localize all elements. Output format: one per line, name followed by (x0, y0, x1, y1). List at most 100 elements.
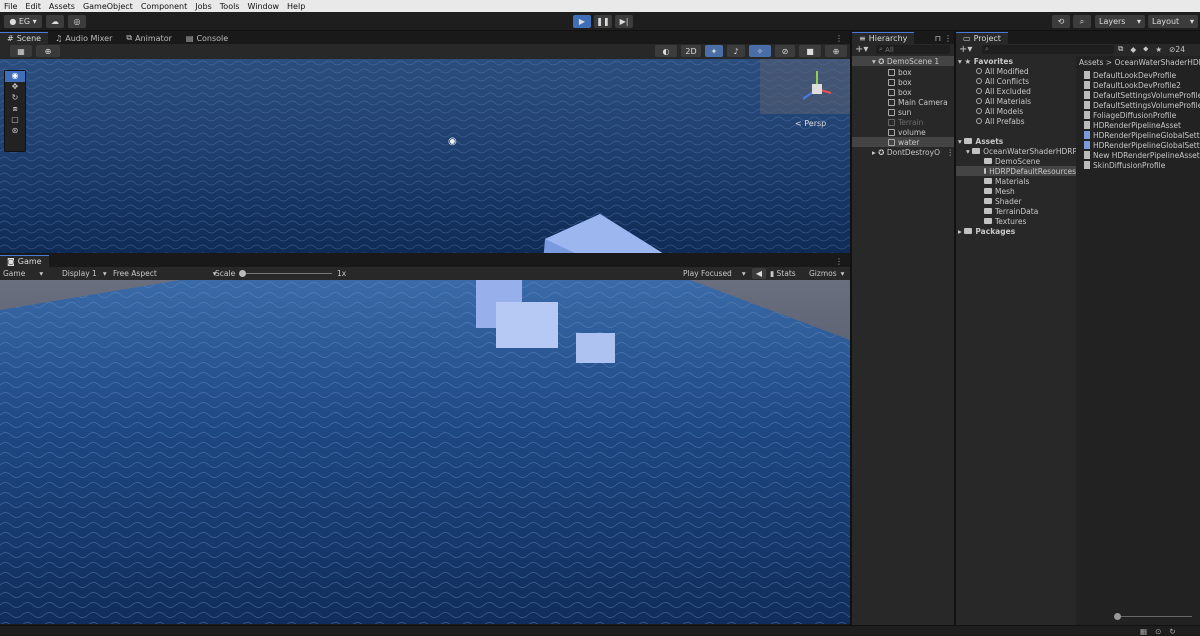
scale-slider[interactable] (240, 273, 332, 274)
project-search-input[interactable]: ⌕ (982, 45, 1114, 54)
menu-assets[interactable]: Assets (45, 2, 79, 11)
hierarchy-item[interactable]: water (852, 137, 954, 147)
tab-project[interactable]: ▭ Project (956, 32, 1008, 44)
2d-toggle[interactable]: 2D (681, 45, 701, 57)
global-local-button[interactable]: ⊕ (36, 45, 60, 57)
tab-scene[interactable]: # Scene (0, 32, 49, 44)
auto-refresh-icon[interactable]: ▦ (1140, 627, 1147, 636)
scale-slider-handle[interactable] (239, 270, 246, 277)
assets-header[interactable]: ▾ Assets (958, 136, 1003, 146)
menu-window[interactable]: Window (243, 2, 283, 11)
file-item[interactable]: DefaultLookDevProfile (1084, 70, 1176, 80)
mute-audio-button[interactable]: ◀ (752, 268, 766, 279)
favorite-item[interactable]: All Prefabs (976, 116, 1025, 126)
menu-edit[interactable]: Edit (21, 2, 45, 11)
project-add-button[interactable]: +▾ (959, 44, 972, 55)
hierarchy-item[interactable]: box (888, 87, 912, 97)
aspect-dropdown[interactable]: Free Aspect ▾ (113, 268, 217, 278)
file-item[interactable]: New HDRenderPipelineAsset (1084, 150, 1200, 160)
star-icon[interactable]: ★ (1155, 45, 1162, 54)
packages-header[interactable]: ▸ Packages (958, 226, 1015, 236)
pause-button[interactable]: ❚❚ (594, 15, 612, 28)
breadcrumb-folder[interactable]: OceanWaterShaderHDRP (1114, 58, 1200, 67)
lighting-toggle[interactable]: ✦ (705, 45, 723, 57)
scene-panel-menu[interactable]: ⋮ (828, 32, 850, 44)
filter-label-icon[interactable]: ◆ (1130, 45, 1136, 54)
camera-button[interactable]: ■ (799, 45, 821, 57)
menu-tools[interactable]: Tools (216, 2, 244, 11)
tag-icon[interactable]: ⬥ (1143, 44, 1148, 54)
persp-label[interactable]: < Persp (795, 119, 826, 128)
hierarchy-add-button[interactable]: +▾ (855, 44, 868, 55)
folder-item[interactable]: Materials (984, 176, 1029, 186)
play-button[interactable]: ▶ (573, 15, 591, 28)
game-viewport[interactable] (0, 280, 850, 624)
menu-component[interactable]: Component (137, 2, 191, 11)
folder-item[interactable]: Shader (984, 196, 1022, 206)
tab-game[interactable]: ◙ Game (0, 255, 49, 267)
folder-item[interactable]: DemoScene (984, 156, 1040, 166)
filter-type-icon[interactable]: ⧉ (1118, 44, 1123, 54)
folder-item-selected[interactable]: HDRPDefaultResources (956, 166, 1076, 176)
file-item[interactable]: HDRenderPipelineGlobalSett (1084, 140, 1200, 150)
hierarchy-item[interactable]: box (888, 67, 912, 77)
orientation-gizmo[interactable] (795, 65, 835, 109)
game-panel-menu[interactable]: ⋮ (828, 255, 850, 267)
tab-audio-mixer[interactable]: ♫ Audio Mixer (48, 32, 119, 44)
menu-help[interactable]: Help (283, 2, 309, 11)
step-button[interactable]: ▶| (615, 15, 633, 28)
debug-icon[interactable]: ⊙ (1155, 627, 1161, 636)
file-item[interactable]: HDRenderPipelineGlobalSett (1084, 130, 1200, 140)
scale-tool[interactable]: ⧈ (5, 104, 25, 115)
file-item[interactable]: DefaultSettingsVolumeProfile (1084, 100, 1200, 110)
file-item[interactable]: DefaultLookDevProfile2 (1084, 80, 1181, 90)
icon-size-slider-handle[interactable] (1114, 613, 1121, 620)
hierarchy-lock[interactable]: ⊓ ⋮ (933, 32, 954, 44)
hierarchy-search-input[interactable]: ⌕ All (876, 45, 950, 54)
favorite-item[interactable]: All Conflicts (976, 76, 1029, 86)
layout-dropdown[interactable]: Layout ▾ (1148, 15, 1198, 28)
cloud-button[interactable]: ☁ (46, 15, 64, 28)
hierarchy-item[interactable]: sun (888, 107, 911, 117)
gizmos-dropdown[interactable]: Gizmos ▾ (809, 268, 844, 278)
scene-viewport[interactable]: ◉ < Persp ◉ ✥ ↻ ⧈ ▢ ⊛ (0, 59, 850, 253)
hidden-objects-toggle[interactable]: ⊘ (775, 45, 795, 57)
rect-tool[interactable]: ▢ (5, 115, 25, 126)
file-item[interactable]: HDRenderPipelineAsset (1084, 120, 1181, 130)
tab-hierarchy[interactable]: ≡ Hierarchy (852, 32, 915, 44)
render-mode-button[interactable]: ◐ (655, 45, 677, 57)
layers-dropdown[interactable]: Layers ▾ (1095, 15, 1145, 28)
folder-item[interactable]: Mesh (984, 186, 1015, 196)
favorite-item[interactable]: All Modified (976, 66, 1029, 76)
audio-toggle[interactable]: ♪ (727, 45, 745, 57)
hierarchy-scene-row[interactable]: ▾ ✪ DemoScene 1 (852, 56, 954, 66)
menu-jobs[interactable]: Jobs (191, 2, 216, 11)
search-button[interactable]: ⌕ (1073, 15, 1091, 28)
move-tool[interactable]: ✥ (5, 82, 25, 93)
folder-item[interactable]: TerrainData (984, 206, 1038, 216)
account-dropdown[interactable]: ● EG ▾ (4, 15, 42, 28)
breadcrumb-assets[interactable]: Assets (1079, 58, 1103, 67)
view-tool[interactable]: ◉ (5, 71, 25, 82)
hierarchy-item[interactable]: box (888, 77, 912, 87)
menu-file[interactable]: File (0, 2, 21, 11)
hierarchy-item[interactable]: Terrain (888, 117, 923, 127)
folder-item[interactable]: Textures (984, 216, 1026, 226)
sync-icon[interactable]: ↻ (1169, 627, 1175, 636)
favorite-item[interactable]: All Excluded (976, 86, 1031, 96)
file-item[interactable]: DefaultSettingsVolumeProfile (1084, 90, 1200, 100)
stats-button[interactable]: ▮ Stats (770, 268, 796, 278)
collab-button[interactable]: ◎ (68, 15, 86, 28)
file-item[interactable]: FoliageDiffusionProfile (1084, 110, 1176, 120)
game-view-dropdown[interactable]: Game ▾ (3, 268, 43, 278)
eye-icon[interactable]: ⊘24 (1169, 45, 1185, 54)
icon-size-slider[interactable] (1116, 616, 1192, 617)
favorites-header[interactable]: ▾ ★ Favorites (958, 56, 1013, 66)
tab-console[interactable]: ▤ Console (179, 32, 235, 44)
hierarchy-dontdestroy-row[interactable]: ▸ ✪ DontDestroyO ⋮ (872, 147, 954, 157)
hierarchy-item[interactable]: volume (888, 127, 926, 137)
rotate-tool[interactable]: ↻ (5, 93, 25, 104)
history-button[interactable]: ⟲ (1052, 15, 1070, 28)
favorite-item[interactable]: All Models (976, 106, 1023, 116)
favorite-item[interactable]: All Materials (976, 96, 1031, 106)
